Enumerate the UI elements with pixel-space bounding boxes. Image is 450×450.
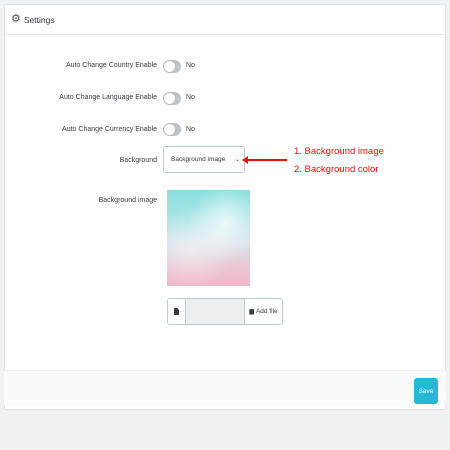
annotation-line-2: 2. Background color — [294, 164, 379, 175]
file-upload-group: ▆ Add file — [167, 298, 283, 325]
annotation-arrow-line — [245, 159, 287, 161]
annotation-line-1: 1. Background image — [294, 146, 384, 157]
auto-change-language-state: No — [186, 94, 195, 101]
switch-knob — [164, 93, 175, 104]
save-button[interactable]: Save — [414, 378, 438, 404]
add-file-button[interactable]: ▆ Add file — [244, 299, 282, 324]
chevron-down-icon: ⌄ — [234, 157, 240, 163]
auto-change-country-switch[interactable] — [163, 60, 181, 73]
auto-change-language-label: Auto Change Language Enable — [59, 94, 157, 101]
auto-change-currency-state: No — [186, 126, 195, 133]
folder-icon: ▆ — [249, 308, 254, 315]
panel-title: Settings — [23, 14, 55, 25]
file-type-box — [168, 299, 186, 324]
annotation-arrow-head — [242, 156, 248, 164]
background-image-label: Background image — [98, 197, 157, 204]
panel-header: ⚙ Settings — [5, 5, 445, 35]
switch-knob — [164, 61, 175, 72]
file-name-input[interactable] — [186, 299, 244, 324]
gears-icon: ⚙ — [11, 13, 21, 25]
panel-footer: Save — [4, 370, 446, 405]
auto-change-currency-switch[interactable] — [163, 123, 181, 136]
auto-change-language-switch[interactable] — [163, 92, 181, 105]
switch-knob — [164, 124, 175, 135]
add-file-label: Add file — [255, 308, 278, 315]
background-label: Background — [119, 157, 157, 164]
background-select[interactable]: Background image ⌄ — [163, 146, 245, 173]
background-select-value: Background image — [171, 156, 226, 163]
auto-change-currency-label: Auto Change Currency Enable — [62, 126, 157, 133]
background-image-preview — [167, 190, 250, 286]
auto-change-country-label: Auto Change Country Enable — [65, 62, 157, 69]
auto-change-country-state: No — [186, 62, 195, 69]
file-icon — [174, 308, 179, 315]
